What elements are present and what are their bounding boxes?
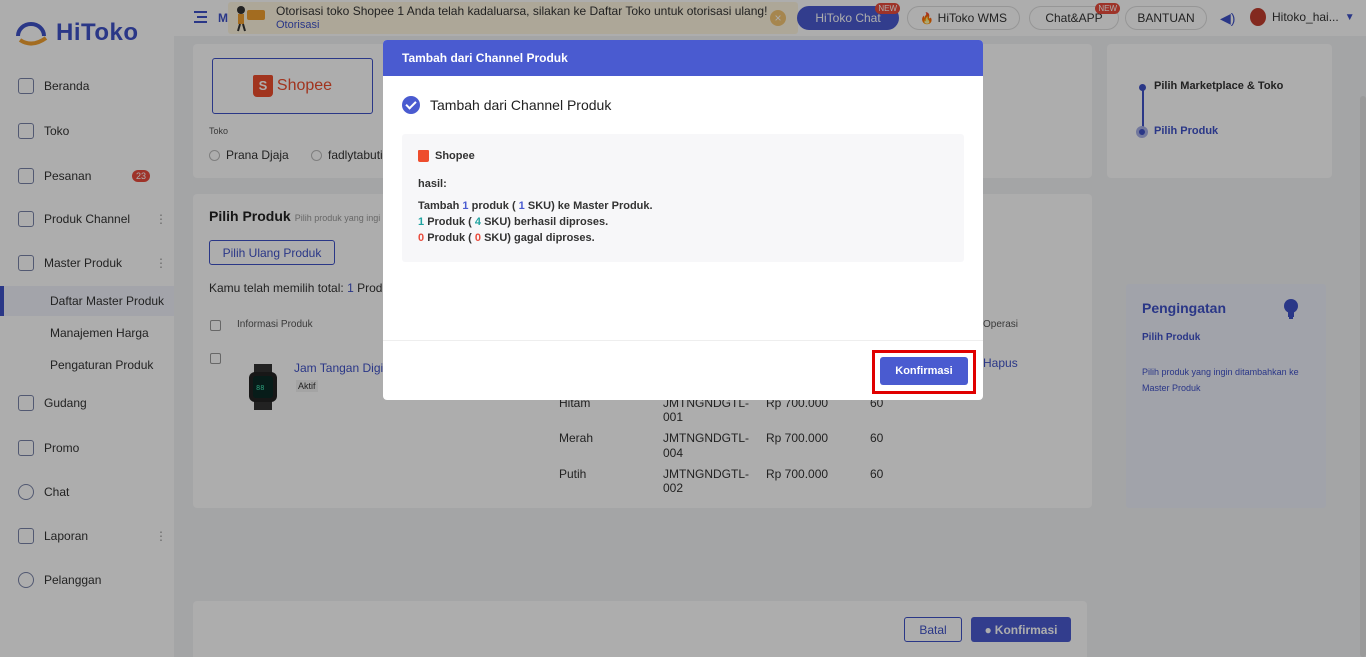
modal-header: Tambah dari Channel Produk [383, 40, 983, 76]
result-modal: Tambah dari Channel Produk Tambah dari C… [383, 40, 983, 400]
result-text: SKU) ke Master Produk. [527, 200, 653, 212]
result-count: 0 [418, 232, 425, 244]
result-text: Produk ( [427, 216, 472, 228]
result-count: 4 [474, 216, 481, 228]
modal-confirm-button[interactable]: Konfirmasi [880, 357, 968, 385]
result-label: hasil: [418, 178, 447, 190]
result-count: 1 [418, 216, 425, 228]
result-count: 1 [462, 200, 469, 212]
modal-status: Tambah dari Channel Produk [402, 96, 611, 114]
modal-status-text: Tambah dari Channel Produk [430, 97, 612, 113]
result-text: produk ( [471, 200, 516, 212]
result-line-failed: 0 Produk ( 0 SKU) gagal diproses. [418, 232, 595, 244]
shopee-bag-icon [418, 150, 429, 162]
page-scrollbar[interactable] [1360, 96, 1366, 657]
result-text: Produk ( [427, 232, 472, 244]
result-shop-name: Shopee [435, 150, 475, 162]
result-line-success: 1 Produk ( 4 SKU) berhasil diproses. [418, 216, 608, 228]
result-count: 0 [474, 232, 481, 244]
result-line-added: Tambah 1 produk ( 1 SKU) ke Master Produ… [418, 200, 653, 212]
result-count: 1 [518, 200, 525, 212]
check-circle-icon [402, 96, 420, 114]
result-text: Tambah [418, 200, 460, 212]
result-text: SKU) gagal diproses. [484, 232, 595, 244]
result-box: Shopee hasil: Tambah 1 produk ( 1 SKU) k… [402, 134, 964, 262]
result-text: SKU) berhasil diproses. [484, 216, 609, 228]
result-shop: Shopee [418, 150, 475, 162]
